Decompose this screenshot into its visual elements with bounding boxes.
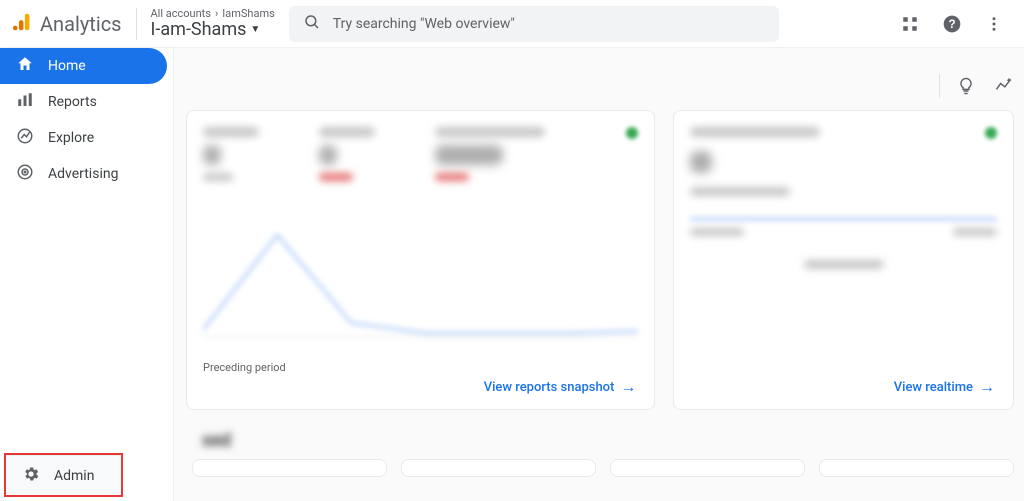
mini-card[interactable] [192, 459, 387, 477]
sidebar-item-admin[interactable]: Admin [6, 455, 121, 495]
sidebar-item-label: Advertising [48, 166, 118, 182]
section-title-obscured: sed [186, 410, 1024, 459]
product-logo-block[interactable]: Analytics [8, 11, 122, 37]
link-label: View reports snapshot [484, 380, 615, 395]
recently-accessed-row [186, 459, 1024, 477]
gear-icon [22, 465, 40, 487]
help-icon[interactable]: ? [940, 12, 964, 36]
sidebar-item-label: Home [48, 58, 86, 74]
more-vert-icon[interactable] [982, 12, 1006, 36]
advertising-icon [16, 163, 34, 185]
app-header: Analytics All accounts › IamShams I-am-S… [0, 0, 1024, 48]
arrow-right-icon: → [620, 377, 636, 397]
explore-icon [16, 127, 34, 149]
chevron-right-icon: › [215, 8, 218, 20]
sidebar: Home Reports Explore Advertising [0, 48, 174, 501]
main-content: Preceding period View reports snapshot → [174, 48, 1024, 501]
insights-sparkle-icon[interactable] [992, 74, 1016, 98]
sidebar-item-reports[interactable]: Reports [0, 84, 167, 120]
caret-down-icon: ▼ [250, 24, 260, 35]
analytics-logo-icon [12, 11, 34, 37]
product-name: Analytics [40, 12, 122, 36]
sidebar-item-home[interactable]: Home [0, 48, 167, 84]
header-actions: ? [898, 12, 1016, 36]
apps-icon[interactable] [898, 12, 922, 36]
sidebar-item-label: Admin [54, 468, 94, 484]
svg-text:?: ? [948, 18, 955, 31]
search-icon [303, 13, 321, 35]
chart-legend: Preceding period [203, 361, 638, 374]
search-placeholder: Try searching "Web overview" [333, 16, 515, 32]
property-selector[interactable]: All accounts › IamShams I-am-Shams ▼ [151, 8, 275, 40]
lightbulb-icon[interactable] [954, 74, 978, 98]
mini-card[interactable] [401, 459, 596, 477]
sidebar-item-label: Reports [48, 94, 97, 110]
mini-card[interactable] [819, 459, 1014, 477]
reports-icon [16, 91, 34, 113]
sidebar-item-label: Explore [48, 130, 94, 146]
home-icon [16, 55, 34, 77]
mini-card[interactable] [610, 459, 805, 477]
breadcrumb: All accounts › IamShams [151, 8, 275, 20]
header-divider [136, 8, 137, 40]
breadcrumb-all: All accounts [151, 8, 211, 20]
home-overview-card: Preceding period View reports snapshot → [186, 110, 655, 410]
view-reports-snapshot-link[interactable]: View reports snapshot → [484, 377, 637, 397]
overview-chart [203, 205, 638, 345]
arrow-right-icon: → [979, 377, 995, 397]
view-realtime-link[interactable]: View realtime → [894, 377, 995, 397]
property-name: I-am-Shams [151, 20, 247, 40]
insight-actions [939, 74, 1016, 98]
search-input[interactable]: Try searching "Web overview" [289, 6, 779, 42]
breadcrumb-account: IamShams [222, 8, 275, 20]
link-label: View realtime [894, 380, 973, 395]
sidebar-item-advertising[interactable]: Advertising [0, 156, 167, 192]
sidebar-item-explore[interactable]: Explore [0, 120, 167, 156]
realtime-card: View realtime → [673, 110, 1014, 410]
